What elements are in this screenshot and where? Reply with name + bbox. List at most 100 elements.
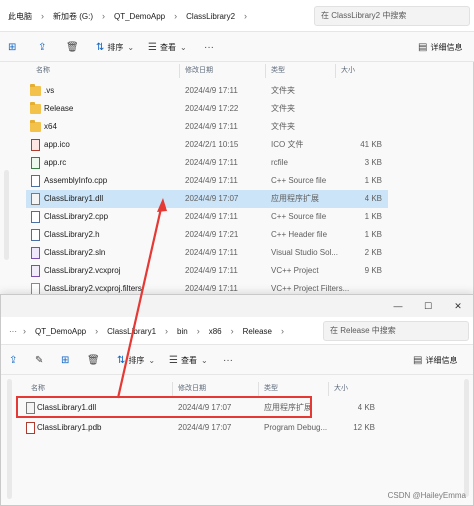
file-name: Release xyxy=(44,104,74,113)
file-size: 12 KB xyxy=(353,423,375,432)
details-pane-button[interactable]: ▤ 详细信息 xyxy=(413,345,457,375)
file-size: 2 KB xyxy=(364,248,382,257)
column-divider[interactable] xyxy=(328,382,329,396)
address-bar[interactable]: 此电脑 › 新加卷 (G:) › QT_DemoApp › ClassLibra… xyxy=(0,0,474,32)
file-row-selected[interactable]: ClassLibrary1.dll 2024/4/9 17:07 应用程序扩展 … xyxy=(26,190,388,208)
file-row[interactable]: AssemblyInfo.cpp 2024/4/9 17:11 C++ Sour… xyxy=(26,172,388,190)
file-date: 2024/2/1 10:15 xyxy=(185,140,239,149)
chevron-right-icon: › xyxy=(230,326,234,336)
file-type: 文件夹 xyxy=(271,86,295,95)
details-label: 详细信息 xyxy=(430,42,463,52)
file-name: AssemblyInfo.cpp xyxy=(44,176,108,185)
file-row[interactable]: app.ico 2024/2/1 10:15 ICO 文件 41 KB xyxy=(26,136,388,154)
left-pane-scrollbar[interactable] xyxy=(7,379,12,499)
breadcrumb-item[interactable]: QT_DemoApp xyxy=(114,12,165,21)
breadcrumb-item[interactable]: 此电脑 xyxy=(8,11,32,22)
chevron-down-icon: ⌄ xyxy=(200,355,208,365)
column-header-modified[interactable]: 修改日期 xyxy=(178,381,206,397)
chevron-right-icon: › xyxy=(174,11,178,21)
breadcrumb-item[interactable]: ClassLibrary2 xyxy=(186,12,235,21)
folder-icon xyxy=(30,84,41,96)
sln-file-icon xyxy=(31,247,40,259)
column-divider[interactable] xyxy=(258,382,259,396)
chevron-right-icon: › xyxy=(196,326,200,336)
file-row[interactable]: ClassLibrary1.pdb 2024/4/9 17:07 Program… xyxy=(21,419,377,437)
file-size: 1 KB xyxy=(364,230,382,239)
minimize-icon[interactable]: — xyxy=(383,295,413,317)
file-type: Visual Studio Sol... xyxy=(271,248,339,257)
delete-icon[interactable]: 🗑 xyxy=(87,345,103,375)
file-name: ClassLibrary2.h xyxy=(44,230,100,239)
file-row[interactable]: ClassLibrary2.vcxproj 2024/4/9 17:11 VC+… xyxy=(26,262,388,280)
pdb-file-icon xyxy=(26,422,35,434)
sort-button[interactable]: ⇅ 排序 ⌄ xyxy=(96,32,134,62)
file-date: 2024/4/9 17:21 xyxy=(185,230,239,239)
column-divider[interactable] xyxy=(172,382,173,396)
file-type: Program Debug... xyxy=(264,423,328,432)
dll-file-icon xyxy=(31,193,40,205)
share-icon[interactable]: ⇪ xyxy=(38,32,49,62)
more-breadcrumb-icon[interactable]: ··· xyxy=(9,327,17,336)
column-header-type[interactable]: 类型 xyxy=(271,63,285,79)
column-header-name[interactable]: 名称 xyxy=(31,381,45,397)
file-row[interactable]: Release 2024/4/9 17:22 文件夹 xyxy=(26,100,388,118)
cpp-file-icon xyxy=(31,211,40,223)
column-divider[interactable] xyxy=(179,64,180,78)
rename-icon[interactable]: ✎ xyxy=(35,345,46,375)
file-row[interactable]: ClassLibrary2.sln 2024/4/9 17:11 Visual … xyxy=(26,244,388,262)
title-bar[interactable]: — ☐ ✕ xyxy=(1,295,473,317)
share-icon[interactable]: ⇪ xyxy=(9,345,20,375)
left-pane-scrollbar[interactable] xyxy=(4,170,9,260)
view-label: 查看 xyxy=(159,42,176,52)
chevron-right-icon: › xyxy=(102,11,105,21)
right-scrollbar[interactable] xyxy=(464,379,469,497)
folder-icon xyxy=(30,120,41,132)
column-header-type[interactable]: 类型 xyxy=(264,381,278,397)
maximize-icon[interactable]: ☐ xyxy=(413,295,443,317)
file-row[interactable]: ClassLibrary2.h 2024/4/9 17:21 C++ Heade… xyxy=(26,226,388,244)
breadcrumb-item[interactable]: x86 xyxy=(209,327,222,336)
more-options-icon[interactable]: ··· xyxy=(223,345,236,375)
search-input[interactable]: 在 ClassLibrary2 中搜索 xyxy=(314,6,470,26)
details-label: 详细信息 xyxy=(425,355,458,365)
watermark: CSDN @HaileyEmma xyxy=(387,491,466,500)
column-header-name[interactable]: 名称 xyxy=(36,63,50,79)
column-divider[interactable] xyxy=(265,64,266,78)
more-options-icon[interactable]: ··· xyxy=(204,32,217,62)
chevron-right-icon: › xyxy=(95,326,99,336)
column-header-size[interactable]: 大小 xyxy=(341,63,355,79)
file-row[interactable]: app.rc 2024/4/9 17:11 rcfile 3 KB xyxy=(26,154,388,172)
file-row[interactable]: .vs 2024/4/9 17:11 文件夹 xyxy=(26,82,388,100)
breadcrumb-item[interactable]: bin xyxy=(177,327,188,336)
file-date: 2024/4/9 17:11 xyxy=(185,122,238,131)
file-date: 2024/4/9 17:11 xyxy=(185,86,238,95)
new-item-icon[interactable]: ⊞ xyxy=(8,32,19,62)
chevron-right-icon: › xyxy=(23,326,26,336)
file-row[interactable]: x64 2024/4/9 17:11 文件夹 xyxy=(26,118,388,136)
file-row[interactable]: ClassLibrary2.cpp 2024/4/9 17:11 C++ Sou… xyxy=(26,208,388,226)
view-button[interactable]: ☰ 查看 ⌄ xyxy=(169,345,208,375)
column-divider[interactable] xyxy=(335,64,336,78)
close-icon[interactable]: ✕ xyxy=(443,295,473,317)
sort-button[interactable]: ⇅ 排序 ⌄ xyxy=(117,345,155,375)
new-item-icon[interactable]: ⊞ xyxy=(61,345,72,375)
explorer-window-classlibrary2: 此电脑 › 新加卷 (G:) › QT_DemoApp › ClassLibra… xyxy=(0,0,474,300)
address-bar[interactable]: ··· › QT_DemoApp › ClassLibrary1 › bin ›… xyxy=(1,317,473,345)
column-header-modified[interactable]: 修改日期 xyxy=(185,63,213,79)
file-date: 2024/4/9 17:22 xyxy=(185,104,239,113)
details-pane-button[interactable]: ▤ 详细信息 xyxy=(418,32,462,62)
breadcrumb-item[interactable]: QT_DemoApp xyxy=(35,327,86,336)
delete-icon[interactable]: 🗑 xyxy=(66,32,82,62)
file-type: 文件夹 xyxy=(271,122,295,131)
view-icon: ☰ xyxy=(148,41,157,53)
file-type: ICO 文件 xyxy=(271,140,304,149)
chevron-down-icon: ⌄ xyxy=(179,42,187,52)
search-input[interactable]: 在 Release 中搜索 xyxy=(323,321,469,341)
breadcrumb-item-current[interactable]: Release xyxy=(243,327,272,336)
breadcrumb-item[interactable]: ClassLibrary1 xyxy=(107,327,156,336)
rc-file-icon xyxy=(31,157,40,169)
view-button[interactable]: ☰ 查看 ⌄ xyxy=(148,32,187,62)
chevron-right-icon: › xyxy=(165,326,169,336)
breadcrumb-item[interactable]: 新加卷 (G:) xyxy=(53,11,93,22)
column-header-size[interactable]: 大小 xyxy=(334,381,348,397)
